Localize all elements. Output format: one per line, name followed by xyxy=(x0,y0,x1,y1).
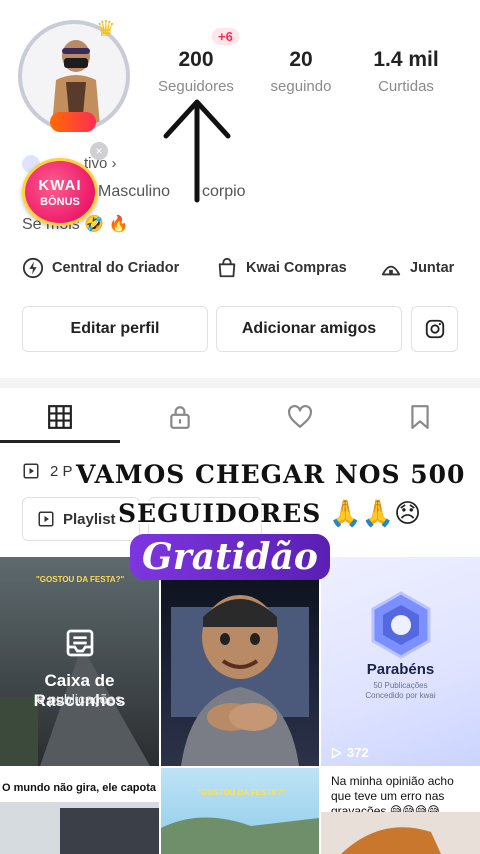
kwai-bonus-sticker[interactable]: KWAI BÔNUS xyxy=(22,158,98,226)
video-tile-6[interactable]: Na minha opinião acho que teve um erro n… xyxy=(321,768,480,854)
creator-label: Central do Criador xyxy=(52,260,180,276)
video-tile-5[interactable]: "GOSTOU DA FESTA?" xyxy=(161,768,319,854)
views-count: 372 xyxy=(347,745,369,760)
lock-icon[interactable] xyxy=(167,404,193,430)
edit-profile-button[interactable]: Editar perfil xyxy=(22,306,208,352)
new-followers-badge: +6 xyxy=(212,28,239,45)
cell6-scene xyxy=(321,812,480,854)
medal-icon xyxy=(371,591,431,659)
views-counter: 372 xyxy=(329,745,369,760)
join-icon xyxy=(381,265,401,276)
cell4-scene xyxy=(0,802,159,854)
collection-count: 2 P xyxy=(50,462,73,480)
overlay-line2-row: SEGUIDORES 🙏🙏😞 xyxy=(118,498,421,529)
add-friends-button[interactable]: Adicionar amigos xyxy=(216,306,402,352)
followers-label: Seguidores xyxy=(158,78,234,95)
cell3-sub2: Concedido por kwai xyxy=(365,691,436,700)
cell5-caption: "GOSTOU DA FESTA?" xyxy=(197,788,286,797)
overlay-line1: VAMOS CHEGAR NOS 500 xyxy=(76,460,466,489)
sign-text: corpio xyxy=(202,183,246,200)
overlay-emojis: 🙏🙏😞 xyxy=(329,498,422,528)
play-icon xyxy=(331,747,342,758)
instagram-icon xyxy=(425,319,444,339)
following-label: seguindo xyxy=(270,78,332,95)
playlist-icon xyxy=(23,463,39,479)
join-link[interactable]: Juntar xyxy=(380,256,454,280)
cell3-sub1: 50 Publicações xyxy=(373,681,428,690)
join-label: Juntar xyxy=(410,260,455,276)
following-count: 20 xyxy=(289,48,313,71)
video-tile-2[interactable] xyxy=(161,557,319,766)
cell4-caption: O mundo não gira, ele capota xyxy=(2,782,157,794)
gender-text: Masculino xyxy=(98,183,171,200)
bonus-line1: KWAI xyxy=(38,177,82,194)
active-tab-indicator xyxy=(0,440,120,443)
gratitude-banner: Gratidão xyxy=(130,534,330,580)
playlist-label: Playlist xyxy=(63,510,116,528)
creator-center-link[interactable]: Central do Criador xyxy=(22,256,179,280)
heart-icon[interactable] xyxy=(287,404,313,430)
bookmark-icon[interactable] xyxy=(407,404,433,430)
likes-stat[interactable]: 1.4 mil Curtidas xyxy=(356,48,456,95)
playlist-icon xyxy=(38,511,54,527)
drafts-tile[interactable]: "GOSTOU DA FESTA?" Caixa de Rascunhos 6 … xyxy=(0,557,159,766)
live-badge xyxy=(50,112,96,132)
crown-icon: ♛ xyxy=(96,16,116,41)
grid-icon[interactable] xyxy=(47,404,73,430)
shop-bag-icon xyxy=(218,257,236,278)
creator-icon xyxy=(22,257,44,279)
kwai-shop-link[interactable]: Kwai Compras xyxy=(216,256,347,280)
drafts-icon xyxy=(66,629,94,657)
cell3-title: Parabéns xyxy=(366,661,435,678)
followers-count: 200 xyxy=(178,48,214,71)
likes-label: Curtidas xyxy=(378,78,434,95)
section-separator xyxy=(0,378,480,388)
cartoon-person xyxy=(171,595,309,766)
cell1-caption: "GOSTOU DA FESTA?" xyxy=(36,575,125,584)
drafts-count: 6 publicações xyxy=(36,691,123,707)
likes-count: 1.4 mil xyxy=(373,48,439,71)
followers-stat[interactable]: 200 Seguidores xyxy=(148,48,244,95)
achievement-tile[interactable]: Parabéns 50 Publicações Concedido por kw… xyxy=(321,557,480,766)
bonus-line2: BÔNUS xyxy=(40,196,80,208)
video-tile-4[interactable]: O mundo não gira, ele capota xyxy=(0,768,159,854)
shop-label: Kwai Compras xyxy=(246,260,347,276)
instagram-button[interactable] xyxy=(411,306,458,352)
collection-header[interactable]: 2 P xyxy=(22,462,73,480)
overlay-line2: SEGUIDORES xyxy=(118,499,322,528)
bonus-close-icon[interactable]: × xyxy=(90,142,108,160)
cell5-scene xyxy=(161,817,319,854)
following-stat[interactable]: 20 seguindo xyxy=(256,48,346,95)
